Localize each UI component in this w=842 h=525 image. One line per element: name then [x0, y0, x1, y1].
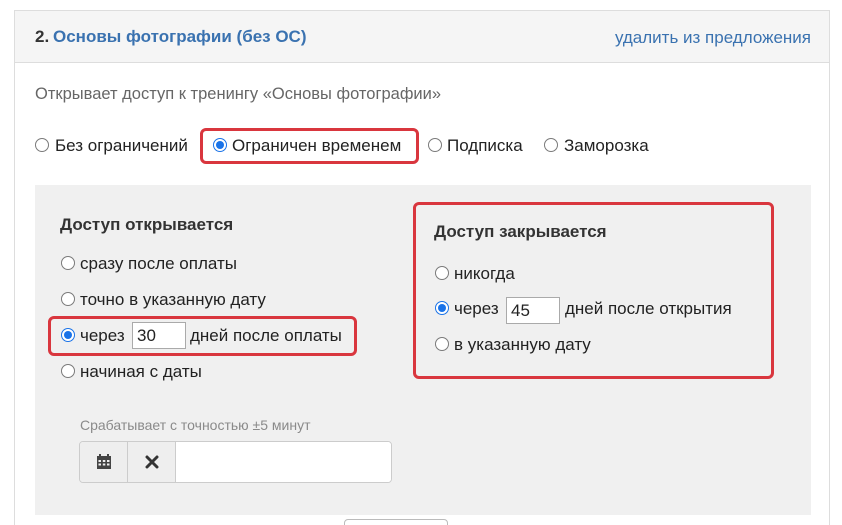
close-after-days-input[interactable]: [506, 297, 560, 324]
training-title-link[interactable]: Основы фотографии (без ОС): [53, 27, 307, 47]
precision-hint: Срабатывает с точностью ±5 минут: [80, 417, 311, 433]
remove-from-offer-link[interactable]: удалить из предложения: [615, 28, 811, 48]
radio-open-from-date[interactable]: [61, 364, 75, 378]
open-after-days-input[interactable]: [132, 322, 186, 349]
access-settings-panel: Доступ открывается сразу после оплаты то…: [35, 185, 811, 515]
radio-open-after-suffix: дней после оплаты: [190, 326, 342, 345]
close-icon: [145, 455, 158, 469]
radio-close-at-date[interactable]: [435, 337, 449, 351]
radio-close-at-date-label[interactable]: в указанную дату: [454, 335, 591, 355]
radio-close-never-label[interactable]: никогда: [454, 264, 515, 284]
radio-open-after-prefix: через: [80, 326, 125, 345]
radio-close-after-suffix: дней после открытия: [565, 299, 732, 318]
clear-date-button[interactable]: [128, 442, 176, 482]
radio-time-limited-label[interactable]: Ограничен временем: [232, 136, 401, 156]
access-closes-title: Доступ закрывается: [434, 222, 607, 241]
radio-close-never[interactable]: [435, 266, 449, 280]
radio-open-after[interactable]: [61, 328, 75, 342]
radio-close-after-prefix: через: [454, 299, 499, 318]
radio-subscription-label[interactable]: Подписка: [447, 136, 523, 156]
bottom-button[interactable]: [344, 519, 448, 525]
date-input[interactable]: [177, 442, 391, 482]
radio-time-limited[interactable]: [213, 138, 227, 152]
radio-open-immediately-label[interactable]: сразу после оплаты: [80, 254, 237, 274]
date-picker-group: [79, 441, 392, 483]
card-header: 2. Основы фотографии (без ОС) удалить из…: [15, 11, 829, 63]
radio-close-after[interactable]: [435, 301, 449, 315]
radio-open-exact-date-label[interactable]: точно в указанную дату: [80, 290, 266, 310]
radio-open-immediately[interactable]: [61, 256, 75, 270]
radio-subscription[interactable]: [428, 138, 442, 152]
radio-open-exact-date[interactable]: [61, 292, 75, 306]
calendar-icon: [96, 454, 111, 469]
item-number: 2.: [35, 27, 50, 46]
radio-no-limit[interactable]: [35, 138, 49, 152]
radio-no-limit-label[interactable]: Без ограничений: [55, 136, 188, 156]
radio-freeze[interactable]: [544, 138, 558, 152]
radio-freeze-label[interactable]: Заморозка: [564, 136, 649, 156]
radio-open-from-date-label[interactable]: начиная с даты: [80, 362, 202, 382]
calendar-button[interactable]: [80, 442, 128, 482]
access-opens-title: Доступ открывается: [60, 215, 234, 234]
description-text: Открывает доступ к тренингу «Основы фото…: [35, 85, 441, 103]
offer-item-card: 2. Основы фотографии (без ОС) удалить из…: [14, 10, 830, 525]
